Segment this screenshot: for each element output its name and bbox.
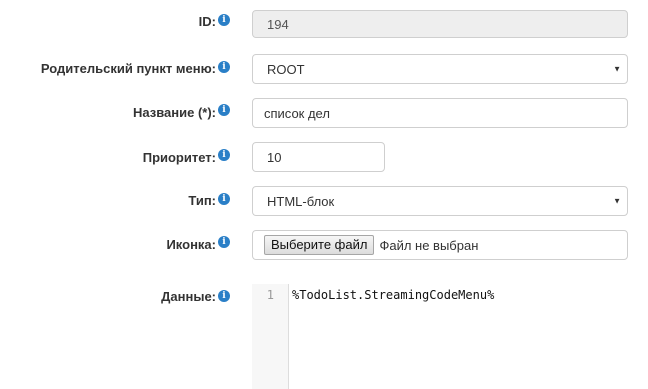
type-selected-value: HTML-блок <box>267 193 335 209</box>
priority-value: 10 <box>267 149 282 165</box>
code-line[interactable]: %TodoList.StreamingCodeMenu% <box>292 288 494 302</box>
priority-input[interactable]: 10 <box>252 142 385 172</box>
info-icon: i <box>218 61 230 73</box>
info-icon: i <box>218 193 230 205</box>
id-row: ID: i 194 <box>0 8 648 38</box>
id-value: 194 <box>267 16 289 32</box>
id-field: 194 <box>252 10 628 38</box>
caret-down-icon: ▼ <box>613 64 621 74</box>
parent-row: Родительский пункт меню: i ROOT ▼ <box>0 54 648 84</box>
name-label: Название (*): <box>132 105 216 120</box>
info-icon: i <box>218 236 230 248</box>
info-icon: i <box>218 290 230 302</box>
data-label: Данные: <box>161 289 216 304</box>
type-label: Тип: <box>188 193 216 208</box>
parent-selected-value: ROOT <box>267 61 305 77</box>
file-status-text: Файл не выбран <box>379 237 479 253</box>
caret-down-icon: ▼ <box>613 196 621 206</box>
type-select[interactable]: HTML-блок ▼ <box>252 186 628 216</box>
parent-select[interactable]: ROOT ▼ <box>252 54 628 84</box>
info-icon: i <box>218 149 230 161</box>
id-label: ID: <box>198 14 216 29</box>
info-icon: i <box>218 14 230 26</box>
editor-gutter: 1 <box>252 284 289 389</box>
parent-label: Родительский пункт меню: <box>40 61 216 76</box>
line-number: 1 <box>266 288 274 302</box>
priority-row: Приоритет: i 10 <box>0 142 648 172</box>
icon-file-input[interactable]: Выберите файл Файл не выбран <box>252 230 628 260</box>
choose-file-button[interactable]: Выберите файл <box>264 235 375 255</box>
info-icon: i <box>218 104 230 116</box>
icon-label: Иконка: <box>166 237 216 252</box>
name-row: Название (*): i список дел <box>0 98 648 128</box>
priority-label: Приоритет: <box>142 150 216 165</box>
icon-row: Иконка: i Выберите файл Файл не выбран <box>0 230 648 260</box>
code-editor[interactable]: 1 %TodoList.StreamingCodeMenu% <box>252 284 644 389</box>
name-input[interactable]: список дел <box>252 98 628 128</box>
type-row: Тип: i HTML-блок ▼ <box>0 186 648 216</box>
name-value: список дел <box>264 105 330 121</box>
